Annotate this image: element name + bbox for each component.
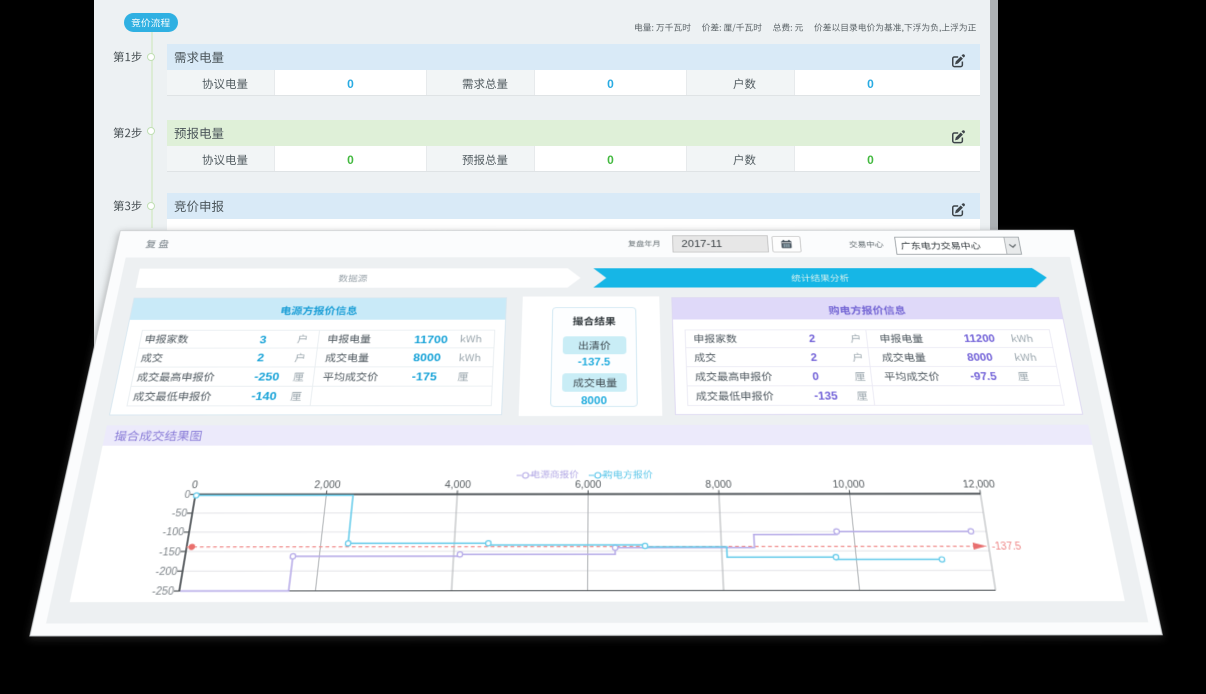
svg-text:-200: -200 bbox=[155, 565, 179, 578]
svg-text:-137.5: -137.5 bbox=[991, 541, 1023, 552]
svg-text:12,000: 12,000 bbox=[962, 479, 996, 491]
svg-text:2,000: 2,000 bbox=[314, 479, 342, 491]
svg-text:-100: -100 bbox=[162, 526, 186, 538]
svg-text:4,000: 4,000 bbox=[444, 479, 471, 491]
svg-text:-150: -150 bbox=[158, 545, 182, 557]
svg-text:0: 0 bbox=[191, 479, 199, 491]
svg-text:-50: -50 bbox=[171, 507, 189, 519]
svg-text:10,000: 10,000 bbox=[832, 479, 866, 491]
svg-text:8,000: 8,000 bbox=[705, 479, 732, 491]
svg-text:-250: -250 bbox=[151, 584, 175, 597]
svg-text:6,000: 6,000 bbox=[575, 479, 602, 491]
